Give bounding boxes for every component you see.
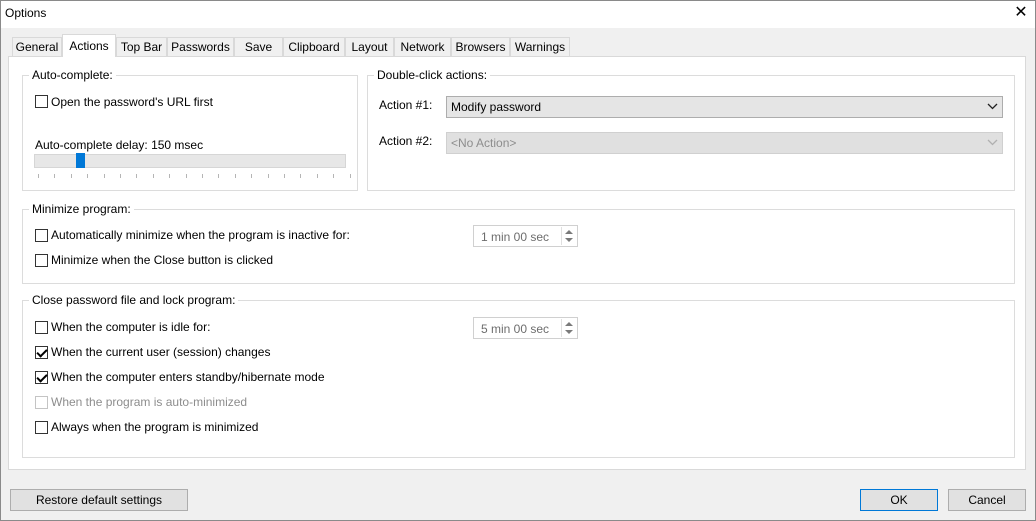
slider-tick <box>87 174 89 178</box>
auto-minimize-checkbox[interactable] <box>35 229 48 242</box>
tab-top-bar[interactable]: Top Bar <box>116 37 167 56</box>
slider-tick <box>70 174 72 178</box>
slider-tick <box>38 174 39 178</box>
action2-select: <No Action> <box>446 132 1003 154</box>
action1-value: Modify password <box>451 100 542 114</box>
slider-tick <box>333 174 335 178</box>
slider-tick <box>54 174 56 178</box>
slider-tick <box>136 174 138 178</box>
tab-passwords[interactable]: Passwords <box>167 37 234 56</box>
auto-minimized-checkbox <box>35 396 48 409</box>
auto-minimize-time-spinner[interactable]: 1 min 00 sec <box>473 225 578 247</box>
slider-tick <box>349 174 351 178</box>
slider-tick <box>284 174 285 178</box>
open-url-label: Open the password's URL first <box>51 95 213 109</box>
slider-tick <box>218 174 220 178</box>
always-minimized-label: Always when the program is minimized <box>51 420 259 434</box>
tab-save[interactable]: Save <box>234 37 283 56</box>
action1-select[interactable]: Modify password <box>446 96 1003 118</box>
slider-tick <box>234 174 236 178</box>
minimize-on-close-checkbox[interactable] <box>35 254 48 267</box>
idle-lock-checkbox[interactable] <box>35 321 48 334</box>
cancel-button[interactable]: Cancel <box>948 489 1026 511</box>
idle-lock-time-value: 5 min 00 sec <box>481 322 550 336</box>
slider-tick <box>152 174 154 178</box>
tab-clipboard[interactable]: Clipboard <box>283 37 345 56</box>
auto-minimized-label: When the program is auto-minimized <box>51 395 248 409</box>
slider-tick <box>120 174 121 178</box>
title-bar: Options ✕ <box>0 0 1036 28</box>
action1-label: Action #1: <box>379 98 433 112</box>
session-change-checkbox[interactable] <box>35 346 48 359</box>
minimize-on-close-label: Minimize when the Close button is clicke… <box>51 253 274 267</box>
autocomplete-delay-slider-thumb[interactable] <box>76 153 86 168</box>
double-click-legend: Double-click actions: <box>374 68 491 82</box>
chevron-down-icon <box>987 135 998 152</box>
autocomplete-delay-label: Auto-complete delay: 150 msec <box>35 138 204 152</box>
slider-tick <box>103 174 105 178</box>
action2-value: <No Action> <box>451 136 517 150</box>
restore-defaults-button[interactable]: Restore default settings <box>10 489 188 511</box>
always-minimized-checkbox[interactable] <box>35 421 48 434</box>
tab-actions[interactable]: Actions <box>62 34 116 57</box>
close-icon[interactable]: ✕ <box>1003 0 1036 28</box>
tab-warnings[interactable]: Warnings <box>510 37 570 56</box>
slider-tick <box>300 174 302 178</box>
standby-checkbox[interactable] <box>35 371 48 384</box>
action2-label: Action #2: <box>379 134 433 148</box>
slider-tick <box>185 174 187 178</box>
autocomplete-group: Auto-complete: <box>22 68 358 191</box>
slider-tick <box>316 174 318 178</box>
slider-tick <box>202 174 203 178</box>
minimize-legend: Minimize program: <box>29 202 134 216</box>
auto-minimize-label: Automatically minimize when the program … <box>51 228 350 242</box>
ok-button[interactable]: OK <box>860 489 938 511</box>
window-title: Options <box>5 6 47 20</box>
standby-label: When the computer enters standby/hiberna… <box>51 370 325 384</box>
spinner-arrows-icon[interactable] <box>561 227 576 245</box>
tab-general[interactable]: General <box>12 37 62 56</box>
spinner-arrows-icon[interactable] <box>561 319 576 337</box>
tab-network[interactable]: Network <box>394 37 451 56</box>
idle-lock-time-spinner[interactable]: 5 min 00 sec <box>473 317 578 339</box>
lock-legend: Close password file and lock program: <box>29 293 239 307</box>
autocomplete-legend: Auto-complete: <box>29 68 116 82</box>
tab-layout[interactable]: Layout <box>345 37 394 56</box>
session-change-label: When the current user (session) changes <box>51 345 271 359</box>
slider-tick <box>169 174 171 178</box>
slider-tick <box>251 174 253 178</box>
open-url-checkbox[interactable] <box>35 95 48 108</box>
auto-minimize-time-value: 1 min 00 sec <box>481 230 550 244</box>
chevron-down-icon <box>987 99 998 116</box>
tab-browsers[interactable]: Browsers <box>451 37 510 56</box>
idle-lock-label: When the computer is idle for: <box>51 320 211 334</box>
slider-tick <box>267 174 269 178</box>
